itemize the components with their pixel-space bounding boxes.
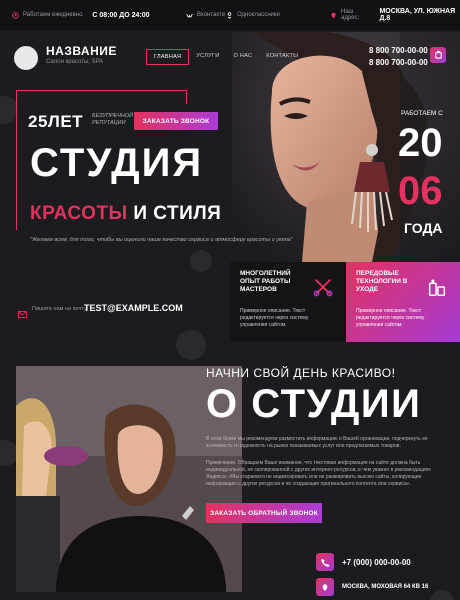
hero-subtitle: КРАСОТЫ И СТИЛЯ — [30, 203, 221, 225]
feature-title: ПЕРЕДОВЫЕ ТЕХНОЛОГИИ В УХОДЕ — [356, 270, 408, 293]
hero-subtitle-rest: И СТИЛЯ — [127, 203, 222, 224]
ok-icon — [226, 11, 233, 19]
hero-frame-top — [16, 90, 186, 91]
about-title: О СТУДИИ — [206, 382, 422, 426]
hero-quote: "Желаем всем, для того, чтобы вы оценили… — [30, 237, 293, 243]
contact-address-text: МОСКВА, МОХОВАЯ 64 КВ 16 — [342, 584, 429, 590]
phone-2[interactable]: 8 800 700-00-00 — [369, 57, 428, 69]
reputation-text: БЕЗУПРЕЧНОЙ РЕПУТАЦИИ — [92, 113, 134, 126]
about-paragraph-2: Примечание. Обращаем Ваше внимание, что … — [206, 460, 431, 487]
nav-about[interactable]: О НАС — [226, 49, 259, 65]
brand-name[interactable]: НАЗВАНИЕ — [46, 44, 117, 58]
page: Работаем ежедневно С 08:00 ДО 24:00 Вкон… — [0, 0, 460, 600]
call-button[interactable]: ЗАКАЗАТЬ ЗВОНОК — [134, 112, 218, 130]
decor-dot — [430, 590, 454, 600]
hero-subtitle-accent: КРАСОТЫ — [30, 203, 128, 224]
header-phones: 8 800 700-00-00 8 800 700-00-00 — [369, 45, 428, 69]
hours-block: Работаем ежедневно С 08:00 ДО 24:00 — [12, 0, 150, 30]
mail-icon — [18, 305, 27, 323]
logo[interactable] — [14, 46, 38, 70]
brand-subtitle: Салон красоты, SPA — [46, 59, 104, 65]
vk-link[interactable]: Вконтакте — [197, 12, 225, 18]
cart-icon — [434, 46, 443, 64]
top-bar: Работаем ежедневно С 08:00 ДО 24:00 Вкон… — [0, 0, 460, 30]
cosmetics-icon — [426, 276, 448, 303]
about-paragraph-1: В этом блоке мы рекомендуем разместить и… — [206, 436, 428, 449]
hero-frame-right — [186, 90, 187, 104]
contact-phone-text[interactable]: +7 (000) 000-00-00 — [342, 558, 411, 567]
phone-1[interactable]: 8 800 700-00-00 — [369, 45, 428, 57]
cart-button[interactable] — [430, 47, 446, 63]
year-word: ГОДА — [404, 220, 443, 236]
hero-title: СТУДИЯ — [30, 141, 204, 185]
email-link[interactable]: TEST@EXAMPLE.COM — [84, 303, 183, 313]
year-part-1: 20 — [398, 121, 443, 165]
nav-contacts[interactable]: КОНТАКТЫ — [259, 49, 305, 65]
feature-card-technology: ПЕРЕДОВЫЕ ТЕХНОЛОГИИ В УХОДЕ Примерное о… — [346, 262, 460, 342]
scissors-comb-icon — [312, 276, 334, 303]
working-since-label: РАБОТАЕМ С — [401, 110, 443, 117]
email-label: Пишите нам на почту: — [32, 306, 89, 312]
social-ok[interactable]: Одноклассники — [226, 0, 280, 30]
address-value: МОСКВА, УЛ. ЮЖНАЯ Д.8 — [379, 8, 456, 22]
clock-icon — [12, 11, 19, 19]
hours-value: С 08:00 ДО 24:00 — [92, 11, 150, 19]
location-icon — [316, 578, 334, 596]
hours-label: Работаем ежедневно — [23, 12, 83, 18]
nav-services[interactable]: УСЛУГИ — [189, 49, 226, 65]
vk-icon — [186, 12, 193, 19]
nav-home[interactable]: ГЛАВНАЯ — [146, 49, 190, 65]
main-nav: ГЛАВНАЯ УСЛУГИ О НАС КОНТАКТЫ — [146, 49, 305, 65]
feature-text: Примерное описание. Текст редактируется … — [240, 308, 309, 328]
phone-icon — [316, 553, 334, 571]
address-label: Наш адрес: — [341, 9, 360, 21]
feature-title: МНОГОЛЕТНИЙ ОПЫТ РАБОТЫ МАСТЕРОВ — [240, 270, 291, 293]
decor-dot — [176, 330, 206, 360]
ok-link[interactable]: Одноклассники — [237, 12, 280, 18]
years-count: 25ЛЕТ — [28, 112, 84, 131]
contact-phone[interactable]: +7 (000) 000-00-00 — [316, 553, 411, 571]
feature-card-experience: МНОГОЛЕТНИЙ ОПЫТ РАБОТЫ МАСТЕРОВ Примерн… — [230, 262, 346, 342]
social-vk[interactable]: Вконтакте — [186, 0, 225, 30]
order-callback-button[interactable]: ЗАКАЗАТЬ ОБРАТНЫЙ ЗВОНОК — [206, 503, 322, 523]
contact-address: МОСКВА, МОХОВАЯ 64 КВ 16 — [316, 578, 428, 596]
location-icon — [330, 12, 337, 19]
about-subtitle: НАЧНИ СВОЙ ДЕНЬ КРАСИВО! — [206, 366, 396, 380]
hero-frame-left — [16, 90, 17, 230]
address-block: Наш адрес: МОСКВА, УЛ. ЮЖНАЯ Д.8 — [330, 0, 460, 30]
year-part-2: 06 — [398, 169, 443, 213]
feature-text: Примерное описание. Текст редактируется … — [356, 308, 425, 328]
decor-dot — [190, 250, 212, 272]
